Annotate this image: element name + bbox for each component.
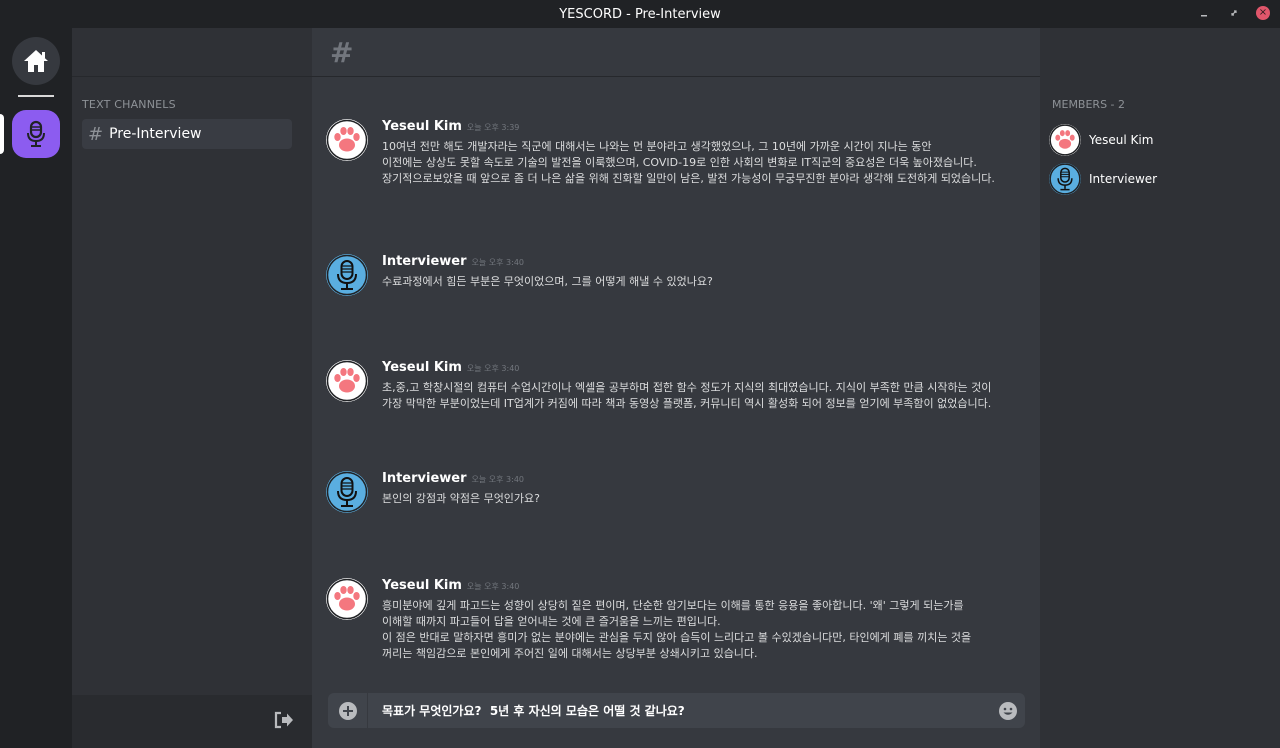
paw-avatar[interactable] — [326, 119, 368, 161]
attach-button[interactable] — [328, 693, 368, 728]
home-icon — [24, 50, 48, 72]
member-item-interviewer[interactable]: Interviewer — [1049, 163, 1269, 195]
members-sidebar: MEMBERS - 2 Yeseul Kim Interviewer — [1040, 28, 1280, 748]
message-text: 흥미분야에 깊게 파고드는 성향이 상당히 짙은 편이며, 단순한 암기보다는 … — [382, 599, 972, 660]
message-timestamp: 오늘 오후 3:40 — [466, 364, 520, 373]
message-text: 본인의 강점과 약점은 무엇인가요? — [382, 492, 541, 505]
message-timestamp: 오늘 오후 3:40 — [466, 582, 520, 591]
message-author[interactable]: Interviewer — [382, 254, 467, 269]
message-timestamp: 오늘 오후 3:40 — [471, 475, 525, 484]
channel-item-pre-interview[interactable]: # Pre-Interview — [82, 119, 292, 149]
message-author[interactable]: Yeseul Kim — [382, 360, 462, 375]
message-author[interactable]: Yeseul Kim — [382, 578, 462, 593]
microphone-avatar — [1049, 163, 1081, 195]
channel-hash-icon: # — [330, 35, 354, 69]
message-text: 수료과정에서 힘든 부분은 무엇이었으며, 그를 어떻게 해낼 수 있었나요? — [382, 275, 713, 288]
window-title: YESCORD - Pre-Interview — [559, 6, 721, 22]
member-item-yeseul-kim[interactable]: Yeseul Kim — [1049, 124, 1269, 156]
members-label: MEMBERS - 2 — [1052, 98, 1126, 111]
close-icon: × — [1258, 7, 1268, 18]
emoji-button[interactable] — [991, 701, 1025, 721]
text-channels-label: TEXT CHANNELS — [82, 98, 176, 111]
microphone-icon — [326, 254, 368, 296]
minimize-icon — [1201, 15, 1207, 17]
server-pre-interview-button[interactable] — [12, 110, 60, 158]
server-header — [72, 28, 312, 77]
maximize-button[interactable] — [1226, 5, 1242, 21]
server-separator — [18, 95, 54, 97]
logout-button[interactable] — [274, 711, 294, 733]
maximize-icon — [1231, 10, 1237, 16]
message-author[interactable]: Interviewer — [382, 471, 467, 486]
window-controls: × — [1196, 5, 1270, 21]
minimize-button[interactable] — [1196, 5, 1212, 21]
message-text: 초,중,고 학창시절의 컴퓨터 수업시간이나 엑셀을 공부하며 접한 함수 정도… — [382, 381, 992, 410]
channel-header: # — [312, 28, 1040, 77]
active-server-indicator — [0, 114, 4, 154]
message-input[interactable] — [368, 693, 991, 728]
microphone-icon — [27, 120, 45, 147]
microphone-icon — [326, 471, 368, 513]
home-button[interactable] — [12, 37, 60, 85]
microphone-avatar[interactable] — [326, 254, 368, 296]
microphone-icon — [1049, 163, 1081, 195]
paw-avatar[interactable] — [326, 360, 368, 402]
paw-icon — [1049, 124, 1081, 156]
message-author[interactable]: Yeseul Kim — [382, 119, 462, 134]
message-timestamp: 오늘 오후 3:39 — [466, 123, 520, 132]
microphone-avatar[interactable] — [326, 471, 368, 513]
message-composer — [328, 693, 1025, 728]
chat-area: # Yeseul Kim 오늘 오후 3:39 10여년 전만 해도 개발자라는… — [312, 28, 1040, 748]
paw-avatar — [1049, 124, 1081, 156]
paw-icon — [326, 119, 368, 161]
plus-circle-icon — [338, 701, 357, 720]
paw-icon — [326, 578, 368, 620]
member-name: Interviewer — [1089, 172, 1158, 186]
smiley-icon — [999, 701, 1017, 720]
channel-sidebar: TEXT CHANNELS # Pre-Interview — [72, 28, 312, 748]
hash-icon: # — [88, 123, 104, 145]
member-name: Yeseul Kim — [1089, 133, 1154, 147]
server-rail — [0, 28, 72, 748]
channel-name: Pre-Interview — [109, 126, 202, 142]
logout-icon — [274, 711, 293, 729]
close-button[interactable]: × — [1256, 6, 1270, 20]
paw-icon — [326, 360, 368, 402]
user-panel — [72, 695, 312, 748]
paw-avatar[interactable] — [326, 578, 368, 620]
title-bar: YESCORD - Pre-Interview × — [0, 0, 1280, 28]
message-timestamp: 오늘 오후 3:40 — [471, 258, 525, 267]
message-text: 10여년 전만 해도 개발자라는 직군에 대해서는 나와는 먼 분야라고 생각했… — [382, 140, 995, 185]
